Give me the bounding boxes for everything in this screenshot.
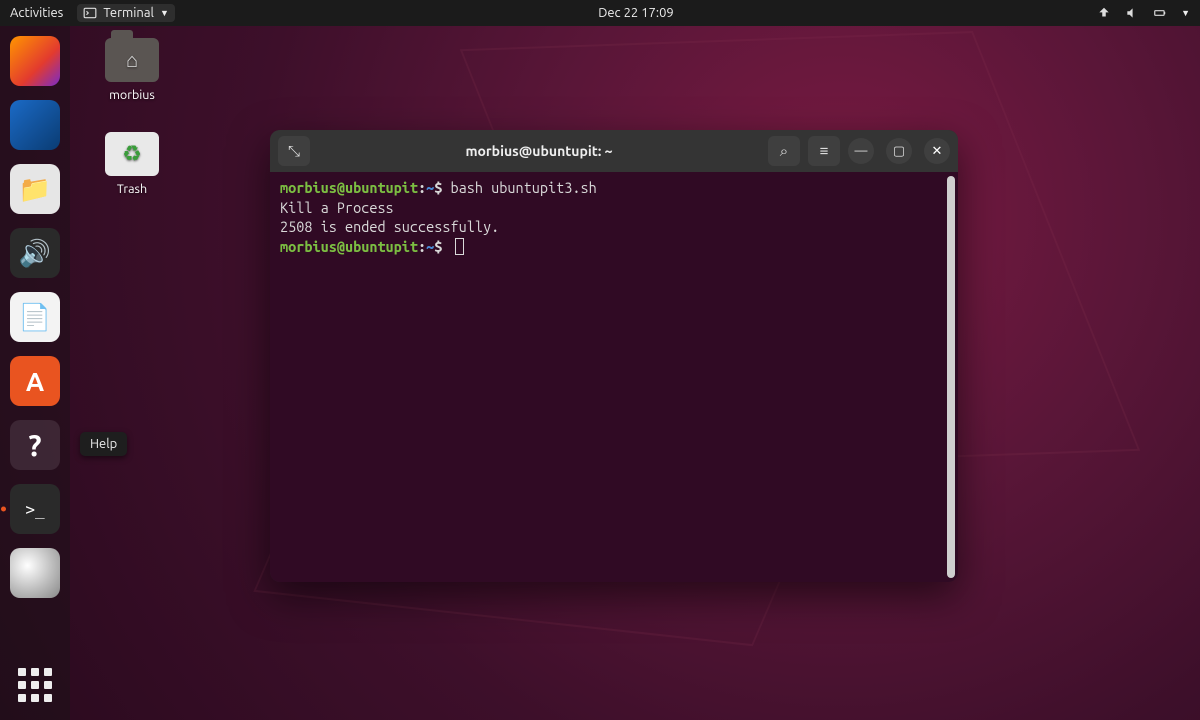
minimize-icon: — xyxy=(855,144,868,158)
dock-app-help[interactable]: ? xyxy=(10,420,60,470)
menu-icon: ≡ xyxy=(820,142,829,160)
terminal-icon xyxy=(83,6,97,20)
close-icon: ✕ xyxy=(932,144,943,159)
top-panel: Activities Terminal ▼ Dec 22 17:09 ▼ xyxy=(0,0,1200,26)
search-button[interactable]: ⌕ xyxy=(768,136,800,166)
new-tab-button[interactable]: ⤡ xyxy=(278,136,310,166)
speaker-icon: 🔊 xyxy=(19,238,51,269)
scrollbar[interactable] xyxy=(947,176,955,578)
minimize-button[interactable]: — xyxy=(848,138,874,164)
question-icon: ? xyxy=(28,428,41,462)
window-titlebar[interactable]: ⤡ morbius@ubuntupit: ~ ⌕ ≡ — ▢ ✕ xyxy=(270,130,958,172)
dock-app-terminal[interactable]: >_ xyxy=(10,484,60,534)
dock-app-thunderbird[interactable] xyxy=(10,100,60,150)
maximize-button[interactable]: ▢ xyxy=(886,138,912,164)
cursor-icon xyxy=(455,238,464,255)
dock-app-writer[interactable]: 📄 xyxy=(10,292,60,342)
tooltip-help: Help xyxy=(80,432,127,456)
terminal-icon: >_ xyxy=(25,500,44,519)
show-applications-button[interactable] xyxy=(18,668,52,702)
home-folder-icon xyxy=(105,38,159,82)
desktop-icon-home[interactable]: morbius xyxy=(92,38,172,102)
activities-button[interactable]: Activities xyxy=(10,6,63,20)
hamburger-menu-button[interactable]: ≡ xyxy=(808,136,840,166)
terminal-output: 2508 is ended successfully. xyxy=(280,217,948,237)
dock-app-firefox[interactable] xyxy=(10,36,60,86)
window-title: morbius@ubuntupit: ~ xyxy=(318,143,760,159)
terminal-line: morbius@ubuntupit:~$ xyxy=(280,237,948,257)
terminal-body[interactable]: morbius@ubuntupit:~$ bash ubuntupit3.sh … xyxy=(270,172,958,582)
network-icon xyxy=(1097,6,1111,20)
desktop-icon-label: Trash xyxy=(92,182,172,196)
search-icon: ⌕ xyxy=(780,142,788,160)
close-button[interactable]: ✕ xyxy=(924,138,950,164)
terminal-line: morbius@ubuntupit:~$ bash ubuntupit3.sh xyxy=(280,178,948,198)
chevron-down-icon: ▼ xyxy=(160,8,169,18)
dock: 📁 🔊 📄 A ? >_ xyxy=(0,26,70,720)
desktop-icon-trash[interactable]: Trash xyxy=(92,132,172,196)
prompt-user: morbius@ubuntupit xyxy=(280,179,418,196)
dock-app-rhythmbox[interactable]: 🔊 xyxy=(10,228,60,278)
app-menu-button[interactable]: Terminal ▼ xyxy=(77,4,175,22)
terminal-output: Kill a Process xyxy=(280,198,948,218)
terminal-command: bash ubuntupit3.sh xyxy=(451,179,597,196)
app-menu-label: Terminal xyxy=(103,6,154,20)
dock-app-disk[interactable] xyxy=(10,548,60,598)
document-icon: 📄 xyxy=(19,302,51,333)
clock[interactable]: Dec 22 17:09 xyxy=(185,6,1087,20)
trash-icon xyxy=(105,132,159,176)
terminal-window: ⤡ morbius@ubuntupit: ~ ⌕ ≡ — ▢ ✕ morbius… xyxy=(270,130,958,582)
dock-app-files[interactable]: 📁 xyxy=(10,164,60,214)
volume-icon xyxy=(1125,6,1139,20)
bag-icon: A xyxy=(26,367,44,396)
system-status-area[interactable]: ▼ xyxy=(1087,6,1200,20)
chevron-down-icon: ▼ xyxy=(1181,8,1190,18)
maximize-icon: ▢ xyxy=(893,144,905,159)
desktop-icon-label: morbius xyxy=(92,88,172,102)
folder-icon: 📁 xyxy=(19,174,51,205)
dock-app-software[interactable]: A xyxy=(10,356,60,406)
battery-icon xyxy=(1153,6,1167,20)
new-tab-icon: ⤡ xyxy=(288,142,300,160)
